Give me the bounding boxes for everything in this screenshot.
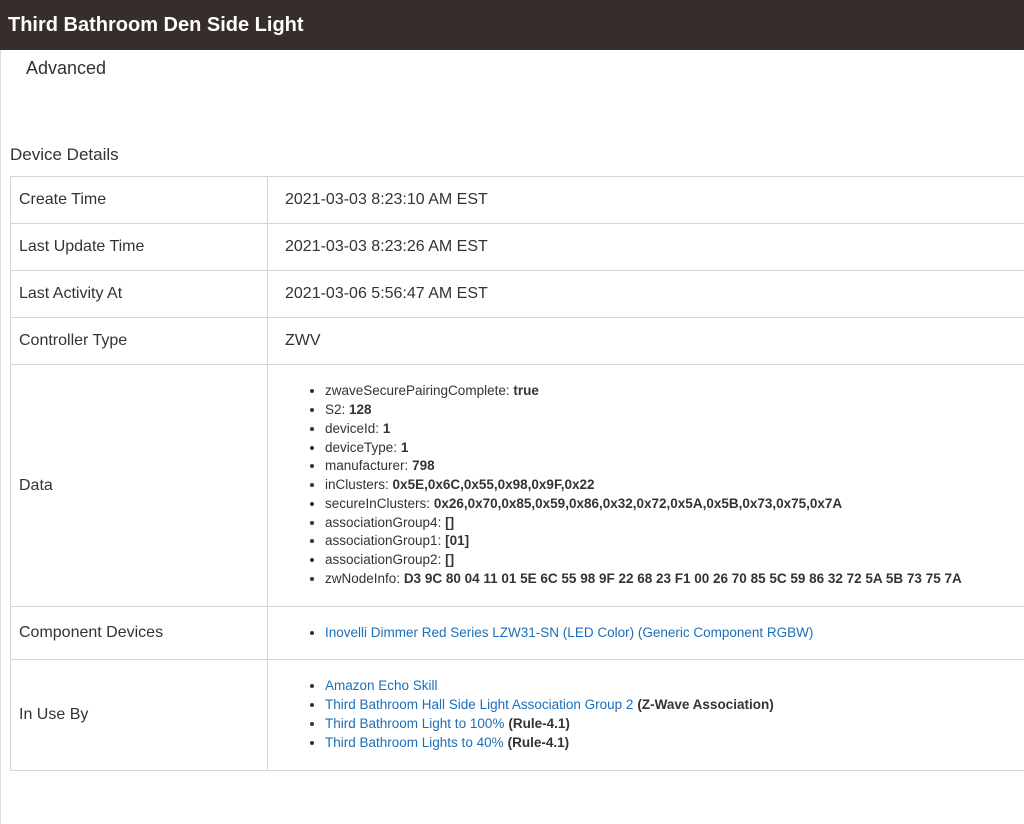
row-value: Inovelli Dimmer Red Series LZW31-SN (LED… [267,606,1024,660]
data-key: S2 [325,401,342,417]
in-use-by-link[interactable]: Third Bathroom Lights to 40% [325,735,504,750]
data-value: true [513,383,539,399]
data-key: inClusters [325,477,386,493]
list-item: associationGroup4: [] [325,514,1024,533]
list-item: inClusters: 0x5E,0x6C,0x55,0x98,0x9F,0x2… [325,476,1024,495]
row-label: Last Activity At [10,270,268,318]
data-value: 0x5E,0x6C,0x55,0x98,0x9F,0x22 [392,477,595,493]
advanced-toggle[interactable]: Advanced [26,58,106,79]
data-key: deviceType [325,439,394,455]
data-value: [] [445,514,455,530]
table-row-in-use-by: In Use By Amazon Echo Skill Third Bathro… [10,659,1024,771]
row-label: Data [10,364,268,607]
in-use-by-link[interactable]: Third Bathroom Hall Side Light Associati… [325,697,633,712]
row-value: 2021-03-06 5:56:47 AM EST [267,270,1024,318]
data-value: [01] [445,533,470,549]
row-label: In Use By [10,659,268,771]
data-key: zwNodeInfo [325,571,397,587]
row-label: Create Time [10,176,268,224]
row-value: 2021-03-03 8:23:10 AM EST [267,176,1024,224]
table-row-data: Data zwaveSecurePairingComplete: true S2… [10,364,1024,607]
table-row-create-time: Create Time 2021-03-03 8:23:10 AM EST [10,176,1024,224]
row-value: Amazon Echo Skill Third Bathroom Hall Si… [267,659,1024,771]
list-item: Third Bathroom Lights to 40%(Rule-4.1) [325,734,1024,753]
list-item: Third Bathroom Hall Side Light Associati… [325,696,1024,715]
data-value: 798 [412,458,435,474]
data-value: D3 9C 80 04 11 01 5E 6C 55 98 9F 22 68 2… [403,571,962,587]
in-use-by-link[interactable]: Third Bathroom Light to 100% [325,716,504,731]
list-item: deviceType: 1 [325,439,1024,458]
app-type-tag: (Rule-4.1) [507,734,570,750]
table-row-last-activity-at: Last Activity At 2021-03-06 5:56:47 AM E… [10,270,1024,318]
list-item: Third Bathroom Light to 100% (Rule-4.1) [325,715,1024,734]
data-key: manufacturer [325,458,405,474]
list-item: zwNodeInfo: D3 9C 80 04 11 01 5E 6C 55 9… [325,570,1024,589]
list-item: manufacturer: 798 [325,457,1024,476]
device-title: Third Bathroom Den Side Light [8,13,304,36]
app-type-tag: (Rule-4.1) [508,716,570,731]
data-value: 1 [400,439,409,455]
data-key: deviceId [325,420,376,436]
component-device-link[interactable]: Inovelli Dimmer Red Series LZW31-SN (LED… [325,625,813,640]
in-use-by-list: Amazon Echo Skill Third Bathroom Hall Si… [285,677,1024,752]
row-label: Controller Type [10,317,268,365]
list-item: Amazon Echo Skill [325,677,1024,696]
section-title-device-details: Device Details [10,145,119,164]
data-value: 128 [349,401,372,417]
list-item: associationGroup1: [01] [325,532,1024,551]
row-label: Last Update Time [10,223,268,271]
table-row-controller-type: Controller Type ZWV [10,317,1024,365]
list-item: associationGroup2: [] [325,551,1024,570]
device-details-table: Create Time 2021-03-03 8:23:10 AM EST La… [10,176,1024,771]
app-type-tag: (Z-Wave Association) [637,697,774,713]
data-key: associationGroup4 [325,514,438,530]
list-item: secureInClusters: 0x26,0x70,0x85,0x59,0x… [325,495,1024,514]
data-value: [] [445,552,455,568]
data-key: associationGroup1 [325,533,438,549]
list-item: zwaveSecurePairingComplete: true [325,382,1024,401]
table-row-component-devices: Component Devices Inovelli Dimmer Red Se… [10,606,1024,660]
table-row-last-update-time: Last Update Time 2021-03-03 8:23:26 AM E… [10,223,1024,271]
list-item: deviceId: 1 [325,420,1024,439]
data-key: associationGroup2 [325,552,438,568]
list-item: Inovelli Dimmer Red Series LZW31-SN (LED… [325,624,1024,643]
row-value: ZWV [267,317,1024,365]
data-key: secureInClusters [325,495,427,511]
row-value: zwaveSecurePairingComplete: true S2: 128… [267,364,1024,607]
top-header-bar: Third Bathroom Den Side Light [0,0,1024,50]
row-label: Component Devices [10,606,268,660]
data-key: zwaveSecurePairingComplete [325,383,506,399]
data-list: zwaveSecurePairingComplete: true S2: 128… [285,382,1024,589]
data-value: 0x26,0x70,0x85,0x59,0x86,0x32,0x72,0x5A,… [433,495,843,511]
data-value: 1 [382,420,391,436]
component-devices-list: Inovelli Dimmer Red Series LZW31-SN (LED… [285,624,1024,643]
in-use-by-link[interactable]: Amazon Echo Skill [325,678,438,693]
list-item: S2: 128 [325,401,1024,420]
row-value: 2021-03-03 8:23:26 AM EST [267,223,1024,271]
